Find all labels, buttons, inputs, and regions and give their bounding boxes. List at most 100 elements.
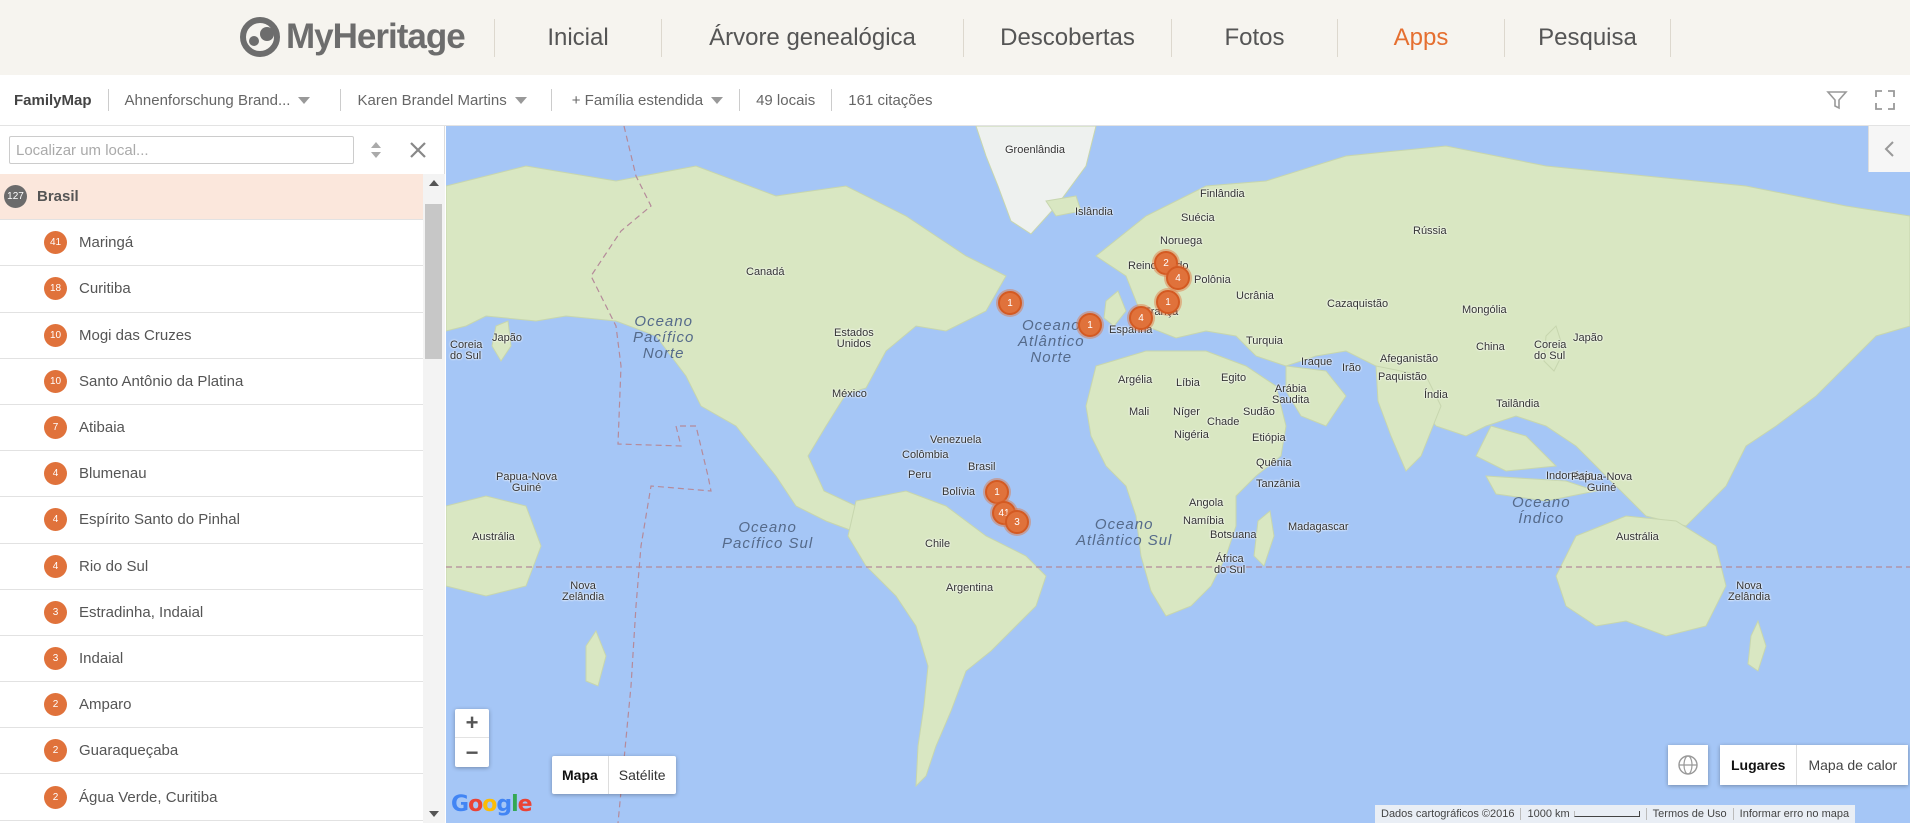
collapse-panel-tab[interactable] xyxy=(1868,126,1910,172)
nav-fotos[interactable]: Fotos xyxy=(1172,24,1337,52)
tree-dropdown[interactable]: Ahnenforschung Brand... xyxy=(125,92,311,109)
myheritage-logo[interactable]: MyHeritage xyxy=(240,16,466,58)
label-ucrania: Ucrânia xyxy=(1236,290,1274,302)
label-japao-left: Japão xyxy=(492,332,522,344)
label-estados-unidos: Estados Unidos xyxy=(834,327,874,350)
label-turquia: Turquia xyxy=(1246,335,1283,347)
place-name: Rio do Sul xyxy=(79,557,149,575)
count-badge: 127 xyxy=(4,185,27,209)
label-india: Índia xyxy=(1424,389,1448,401)
label-groenlandia: Groenlândia xyxy=(1005,144,1065,156)
list-item[interactable]: 2 Guaraqueçaba xyxy=(0,728,423,775)
map-marker[interactable]: 1 xyxy=(1156,290,1180,314)
label-venezuela: Venezuela xyxy=(930,434,982,446)
sort-icon[interactable] xyxy=(368,138,384,162)
list-item[interactable]: 3 Indaial xyxy=(0,636,423,683)
fullscreen-icon[interactable] xyxy=(1874,89,1896,115)
label-mexico: México xyxy=(832,388,867,400)
label-arabia-saudita: Arábia Saudita xyxy=(1272,383,1310,406)
label-noruega: Noruega xyxy=(1160,235,1203,247)
person-dropdown[interactable]: Karen Brandel Martins xyxy=(357,92,527,109)
place-search-input[interactable] xyxy=(9,136,354,164)
list-item[interactable]: 3 Estradinha, Indaial xyxy=(0,590,423,636)
divider xyxy=(107,89,109,111)
label-colombia: Colômbia xyxy=(902,449,949,461)
familymap-toolbar: FamilyMap Ahnenforschung Brand... Karen … xyxy=(0,75,1910,126)
globe-button[interactable] xyxy=(1668,745,1708,785)
label-australia-left: Austrália xyxy=(472,531,515,543)
list-scrollbar[interactable] xyxy=(423,174,445,823)
count-badge: 10 xyxy=(44,369,67,393)
toolbar-actions xyxy=(1826,89,1896,115)
ocean-pacifico-norte: Oceano Pacífico Norte xyxy=(633,313,695,362)
map-type-mapa-button[interactable]: Mapa xyxy=(552,756,609,794)
label-canada: Canadá xyxy=(746,266,785,278)
view-heatmap-button[interactable]: Mapa de calor xyxy=(1797,745,1908,785)
close-icon[interactable] xyxy=(408,140,428,160)
place-name: Santo Antônio da Platina xyxy=(79,372,244,390)
label-libia: Líbia xyxy=(1176,377,1200,389)
count-badge: 18 xyxy=(44,277,67,301)
place-name: Água Verde, Curitiba xyxy=(79,788,218,806)
label-mongolia: Mongólia xyxy=(1462,304,1507,316)
nav-apps[interactable]: Apps xyxy=(1338,24,1504,52)
place-name: Atibaia xyxy=(79,419,125,437)
label-namibia: Namíbia xyxy=(1183,515,1224,527)
map-marker[interactable]: 1 xyxy=(998,291,1022,315)
label-argelia: Argélia xyxy=(1118,374,1153,386)
divider xyxy=(831,89,833,111)
list-item[interactable]: 7 Atibaia xyxy=(0,405,423,452)
caret-down-icon xyxy=(514,96,527,104)
country-row-brasil[interactable]: 127 Brasil xyxy=(0,174,423,221)
label-nigeria: Nigéria xyxy=(1174,429,1209,441)
nav-descobertas[interactable]: Descobertas xyxy=(964,24,1171,52)
list-item[interactable]: 4 Rio do Sul xyxy=(0,544,423,590)
scale-bar xyxy=(1573,811,1640,818)
divider xyxy=(1670,18,1671,57)
list-item[interactable]: 4 Blumenau xyxy=(0,451,423,498)
map-marker[interactable]: 1 xyxy=(1078,313,1102,337)
map-marker[interactable]: 4 xyxy=(1166,266,1190,290)
terms-link[interactable]: Termos de Uso xyxy=(1645,808,1733,820)
map-scale: 1000 km xyxy=(1520,808,1645,820)
scroll-up-icon[interactable] xyxy=(429,180,439,186)
list-item[interactable]: 10 Mogi das Cruzes xyxy=(0,313,423,359)
world-map[interactable]: Groenlândia Islândia Finlândia Suécia No… xyxy=(446,126,1910,823)
place-name: Estradinha, Indaial xyxy=(79,603,204,621)
list-item[interactable]: 2 Amparo xyxy=(0,682,423,729)
family-dropdown[interactable]: + Família estendida xyxy=(572,92,724,109)
map-type-satellite-button[interactable]: Satélite xyxy=(609,756,676,794)
label-tailandia: Tailândia xyxy=(1496,398,1540,410)
list-item[interactable]: 41 Maringá xyxy=(0,220,423,267)
label-argentina: Argentina xyxy=(946,582,994,594)
nav-pesquisa[interactable]: Pesquisa xyxy=(1505,24,1670,52)
label-afeganistao: Afeganistão xyxy=(1380,353,1439,365)
map-attribution: Dados cartográficos ©2016 1000 km Termos… xyxy=(1375,805,1856,823)
nav-inicial[interactable]: Inicial xyxy=(495,24,661,52)
ocean-atlantico-sul: Oceano Atlântico Sul xyxy=(1076,516,1173,549)
place-name: Mogi das Cruzes xyxy=(79,326,192,344)
label-chile: Chile xyxy=(925,538,951,550)
count-badge: 7 xyxy=(44,416,67,440)
scroll-down-icon[interactable] xyxy=(429,811,439,817)
map-marker[interactable]: 4 xyxy=(1129,306,1153,330)
map-marker[interactable]: 3 xyxy=(1005,510,1029,534)
report-error-link[interactable]: Informar erro no mapa xyxy=(1732,808,1855,820)
list-item[interactable]: 18 Curitiba xyxy=(0,266,423,313)
zoom-out-button[interactable]: − xyxy=(455,738,489,767)
filter-icon[interactable] xyxy=(1826,89,1848,115)
place-name: Guaraqueçaba xyxy=(79,742,179,760)
chevron-left-icon xyxy=(1884,141,1894,157)
scrollbar-thumb[interactable] xyxy=(425,204,442,359)
list-item[interactable]: 2 Água Verde, Curitiba xyxy=(0,774,423,821)
logo-mark-icon xyxy=(240,17,284,57)
view-lugares-button[interactable]: Lugares xyxy=(1720,745,1798,785)
nav-arvore-genealogica[interactable]: Árvore genealógica xyxy=(662,24,963,52)
label-paquistao: Paquistão xyxy=(1378,371,1427,383)
label-polonia: Polônia xyxy=(1194,274,1231,286)
list-item[interactable]: 4 Espírito Santo do Pinhal xyxy=(0,497,423,544)
list-item[interactable]: 10 Santo Antônio da Platina xyxy=(0,359,423,405)
place-name: Curitiba xyxy=(79,280,131,298)
ocean-atlantico-norte: Oceano Atlântico Norte xyxy=(1018,317,1085,366)
zoom-in-button[interactable]: + xyxy=(455,709,489,738)
